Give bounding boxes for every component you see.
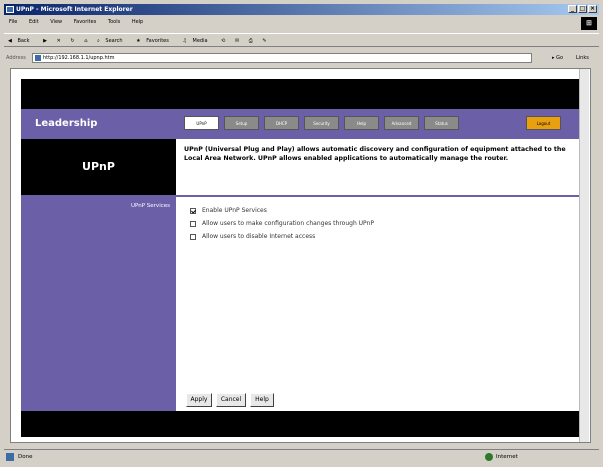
print-icon[interactable]: ⎙ — [249, 38, 253, 44]
maximize-icon[interactable]: □ — [578, 5, 587, 13]
search-label: Search — [105, 38, 123, 44]
window-title: UPnP - Microsoft Internet Explorer — [16, 6, 133, 13]
browser-window: UPnP - Microsoft Internet Explorer _ □ ×… — [0, 0, 603, 467]
menu-favorites[interactable]: Favorites — [74, 19, 97, 25]
history-icon[interactable]: ⟲ — [221, 38, 225, 44]
brand-logo: Leadership — [35, 118, 98, 129]
option-allow-config[interactable]: Allow users to make configuration change… — [190, 220, 374, 227]
settings-panel: Enable UPnP Services Allow users to make… — [176, 195, 581, 411]
page-footer — [21, 411, 581, 437]
settings-sidebar: UPnP Services — [21, 195, 176, 411]
page-viewport: Leadership UPnP Setup DHCP Security Help… — [10, 68, 591, 443]
media-label: Media — [192, 38, 208, 44]
forward-icon[interactable]: ▶ — [43, 38, 47, 44]
apply-button[interactable]: Apply — [186, 393, 212, 407]
page-done-icon — [6, 453, 14, 461]
address-url: http://192.168.1.1/upnp.htm — [43, 55, 115, 61]
tab-setup[interactable]: Setup — [224, 116, 259, 130]
menu-tools[interactable]: Tools — [108, 19, 120, 25]
tab-advanced[interactable]: Advanced — [384, 116, 419, 130]
help-button[interactable]: Help — [250, 393, 274, 407]
menu-help[interactable]: Help — [132, 19, 143, 25]
option-enable-upnp[interactable]: Enable UPnP Services — [190, 207, 267, 214]
allow-disable-checkbox[interactable] — [190, 233, 196, 240]
mail-icon[interactable]: ✉ — [235, 38, 239, 44]
logo-area: Leadership — [21, 109, 176, 139]
back-label: Back — [17, 38, 30, 44]
toolbar: ◀ Back ▶ ✕ ↻ ⌂ ⌕ Search ★ Favorites ♫ Me… — [4, 33, 599, 47]
tab-upnp[interactable]: UPnP — [184, 116, 219, 130]
page-icon — [35, 55, 41, 61]
option-label: Allow users to make configuration change… — [202, 220, 374, 227]
address-bar: Address http://192.168.1.1/upnp.htm ▸ Go… — [4, 52, 599, 64]
go-label: Go — [556, 55, 564, 61]
menu-file[interactable]: File — [9, 19, 17, 25]
address-input[interactable]: http://192.168.1.1/upnp.htm — [32, 53, 532, 63]
address-label: Address — [6, 55, 26, 61]
windows-logo-icon: ⊞ — [581, 17, 597, 30]
page-title: UPnP — [21, 139, 176, 195]
tab-dhcp[interactable]: DHCP — [264, 116, 299, 130]
title-bar: UPnP - Microsoft Internet Explorer _ □ × — [4, 4, 599, 15]
nav-tabs: UPnP Setup DHCP Security Help Advanced S… — [176, 109, 581, 139]
tab-status[interactable]: Status — [424, 116, 459, 130]
option-allow-disable[interactable]: Allow users to disable Internet access — [190, 233, 315, 240]
option-label: Enable UPnP Services — [202, 207, 267, 214]
search-button[interactable]: ⌕ Search — [97, 38, 127, 44]
ie-icon — [6, 6, 14, 13]
edit-icon[interactable]: ✎ — [262, 38, 266, 44]
tab-security[interactable]: Security — [304, 116, 339, 130]
links-button[interactable]: Links — [576, 52, 589, 64]
status-text: Done — [18, 454, 33, 460]
media-button[interactable]: ♫ Media — [182, 38, 211, 44]
tab-help[interactable]: Help — [344, 116, 379, 130]
favorites-label: Favorites — [146, 38, 169, 44]
internet-zone-icon — [485, 453, 493, 461]
favorites-button[interactable]: ★ Favorites — [136, 38, 173, 44]
home-icon[interactable]: ⌂ — [84, 38, 87, 44]
menu-bar: File Edit View Favorites Tools Help — [4, 17, 599, 28]
refresh-icon[interactable]: ↻ — [70, 38, 74, 44]
zone-text: Internet — [496, 454, 518, 460]
settings-label: UPnP Services — [131, 203, 170, 209]
option-label: Allow users to disable Internet access — [202, 233, 316, 240]
menu-edit[interactable]: Edit — [29, 19, 39, 25]
back-button[interactable]: ◀ Back — [8, 38, 34, 44]
vertical-scrollbar[interactable] — [579, 69, 589, 442]
router-page: Leadership UPnP Setup DHCP Security Help… — [21, 79, 581, 437]
minimize-icon[interactable]: _ — [568, 5, 577, 13]
logout-button[interactable]: Logout — [526, 116, 561, 130]
cancel-button[interactable]: Cancel — [216, 393, 246, 407]
enable-upnp-checkbox[interactable] — [190, 207, 196, 214]
close-icon[interactable]: × — [588, 5, 597, 13]
page-description: UPnP (Universal Plug and Play) allows au… — [176, 139, 581, 195]
stop-icon[interactable]: ✕ — [57, 38, 61, 44]
allow-config-checkbox[interactable] — [190, 220, 196, 227]
status-bar: Done Internet — [4, 449, 599, 463]
go-button[interactable]: ▸ Go — [552, 52, 563, 64]
menu-view[interactable]: View — [50, 19, 62, 25]
